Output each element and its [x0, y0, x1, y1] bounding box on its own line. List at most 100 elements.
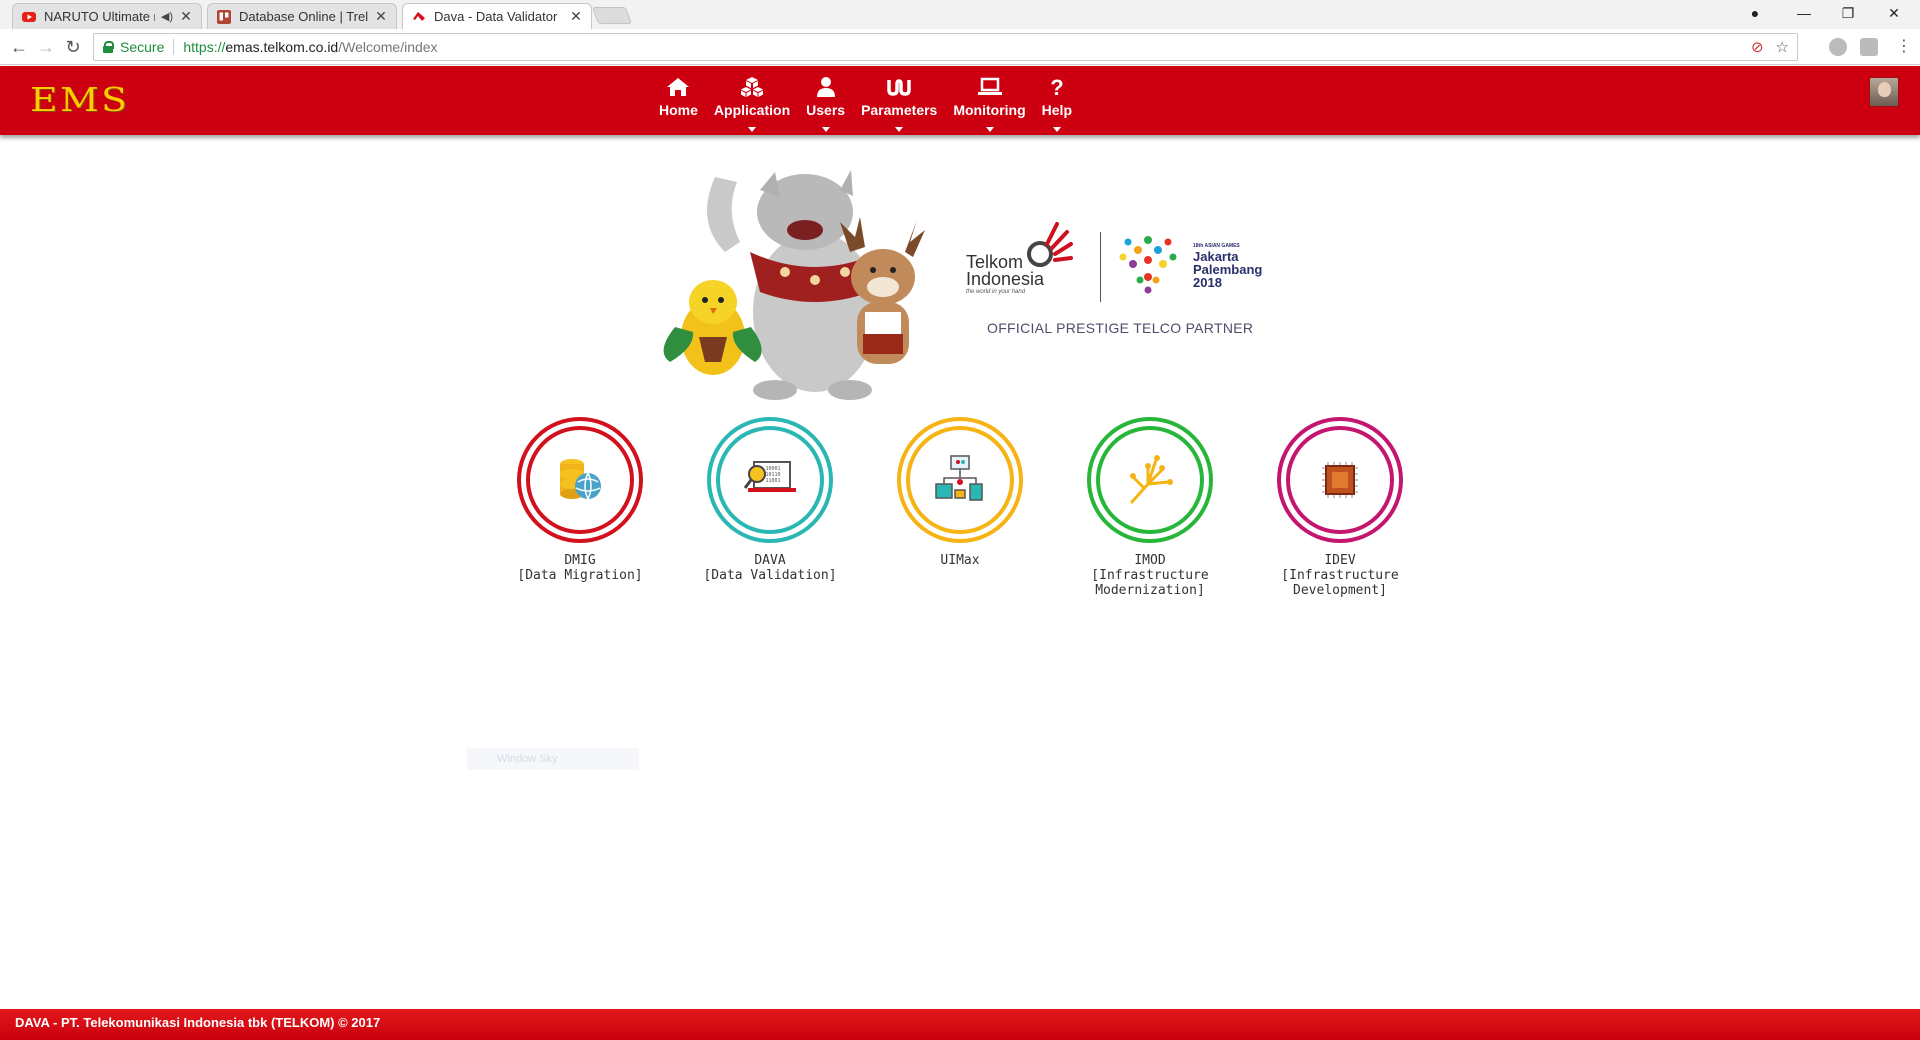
module-dava[interactable]: 10001 10110 11001 DAVA [Data Validation]: [675, 417, 865, 583]
lock-icon: [103, 41, 114, 53]
partner-text: OFFICIAL PRESTIGE TELCO PARTNER: [987, 320, 1254, 336]
module-code: DMIG: [564, 553, 596, 568]
main-menu: Home Application Users Parameters Monito…: [651, 66, 1080, 135]
module-code: IMOD: [1134, 553, 1166, 568]
menu-parameters[interactable]: Parameters: [853, 66, 945, 135]
profile-icon[interactable]: ●: [1733, 0, 1777, 26]
back-icon[interactable]: ←: [8, 36, 30, 58]
module-label: IDEV [Infrastructure Development]: [1245, 553, 1435, 598]
module-desc: [Data Validation]: [703, 568, 837, 583]
user-avatar[interactable]: [1869, 77, 1899, 107]
laptop-search-icon: 10001 10110 11001: [744, 461, 796, 492]
dava-icon: [413, 11, 425, 21]
divider: [173, 39, 175, 55]
new-tab-button[interactable]: [591, 7, 633, 24]
close-window-button[interactable]: ✕: [1872, 0, 1916, 26]
close-tab-icon[interactable]: ✕: [179, 8, 193, 25]
menu-users[interactable]: Users: [798, 66, 853, 135]
module-dmig[interactable]: DMIG [Data Migration]: [485, 417, 675, 583]
app-header: EMS Home Application Users Parameters Mo…: [0, 66, 1920, 135]
asian-games-emblem: [1119, 236, 1177, 294]
svg-text:11001: 11001: [765, 478, 780, 484]
home-icon: [667, 78, 690, 96]
module-label: DAVA [Data Validation]: [675, 553, 865, 583]
chevron-down-icon: [821, 127, 830, 132]
cubes-icon: [741, 77, 764, 97]
menu-monitoring[interactable]: Monitoring: [945, 66, 1033, 135]
bird-mascot: [663, 280, 762, 375]
database-globe-icon: [560, 459, 601, 500]
module-label: DMIG [Data Migration]: [485, 553, 675, 583]
extension-icon[interactable]: [1860, 38, 1878, 56]
module-uimax[interactable]: UIMax: [865, 417, 1055, 568]
address-bar[interactable]: Secure https:// emas.telkom.co.id /Welco…: [93, 33, 1798, 61]
menu-label: Application: [713, 102, 791, 118]
menu-label: Home: [659, 102, 698, 118]
module-label: IMOD [Infrastructure Modernization]: [1055, 553, 1245, 598]
event-year: 2018: [1193, 275, 1222, 290]
ghost-overlay-text: Window Sky: [467, 748, 639, 770]
circuit-icon: [1130, 455, 1173, 504]
youtube-icon: [22, 11, 36, 22]
browser-tab-strip: NARUTO Ultimate mo ◀) ✕ Database Online …: [0, 0, 1920, 29]
module-ring[interactable]: [1087, 417, 1213, 543]
brand-line-2: Indonesia: [966, 269, 1045, 289]
trello-icon: [217, 9, 231, 24]
reload-icon[interactable]: ↻: [62, 36, 84, 58]
module-ring[interactable]: 10001 10110 11001: [707, 417, 833, 543]
user-icon: [816, 77, 835, 97]
module-ring[interactable]: [517, 417, 643, 543]
url-scheme: https://: [183, 39, 226, 55]
asian-games-wordmark: 18th ASIAN GAMES Jakarta Palembang 2018: [1193, 243, 1262, 289]
menu-application[interactable]: Application: [706, 66, 798, 135]
browser-tab-youtube[interactable]: NARUTO Ultimate mo ◀) ✕: [12, 3, 202, 29]
chevron-down-icon: [895, 127, 904, 132]
url-path: /Welcome/index: [338, 39, 438, 55]
forward-icon[interactable]: →: [35, 36, 57, 58]
speaker-icon[interactable]: ◀): [161, 10, 173, 23]
chrome-menu-icon[interactable]: ⋮: [1893, 36, 1915, 58]
footer-text: DAVA - PT. Telekomunikasi Indonesia tbk …: [15, 1015, 381, 1030]
browser-tab-dava[interactable]: Dava - Data Validator ✕: [402, 3, 592, 29]
module-desc: [Infrastructure Modernization]: [1091, 568, 1209, 598]
chevron-down-icon: [1052, 127, 1061, 132]
laptop-icon: [977, 77, 1002, 95]
menu-label: Help: [1041, 102, 1072, 118]
tab-title: Dava - Data Validator: [434, 9, 558, 24]
module-ring[interactable]: [897, 417, 1023, 543]
menu-help[interactable]: ? Help: [1034, 66, 1080, 135]
chip-icon: [1322, 462, 1358, 498]
restore-button[interactable]: ❐: [1826, 0, 1870, 26]
telkom-wordmark: Telkom Indonesia the world in your hand: [966, 253, 1045, 296]
close-tab-icon[interactable]: ✕: [374, 8, 388, 25]
browser-tab-trello[interactable]: Database Online | Trello ✕: [207, 3, 397, 29]
module-desc: [Data Migration]: [517, 568, 643, 583]
module-label: UIMax: [865, 553, 1055, 568]
close-tab-icon[interactable]: ✕: [569, 8, 583, 25]
menu-home[interactable]: Home: [651, 66, 706, 135]
module-code: UIMax: [940, 553, 980, 568]
module-idev[interactable]: IDEV [Infrastructure Development]: [1245, 417, 1435, 598]
ems-logo[interactable]: EMS: [30, 80, 129, 119]
module-code: DAVA: [754, 553, 786, 568]
menu-label: Monitoring: [953, 102, 1026, 118]
menu-label: Users: [806, 102, 846, 118]
svg-text:?: ?: [1050, 76, 1063, 98]
menu-label: Parameters: [861, 102, 938, 118]
browser-toolbar: ← → ↻ Secure https:// emas.telkom.co.id …: [0, 29, 1920, 65]
brand-tagline: the world in your hand: [966, 289, 1026, 295]
module-ring[interactable]: [1277, 417, 1403, 543]
bookmark-star-icon[interactable]: ☆: [1776, 38, 1789, 56]
module-desc: [Infrastructure Development]: [1281, 568, 1399, 598]
minimize-button[interactable]: —: [1782, 0, 1826, 26]
extension-icon[interactable]: [1829, 38, 1847, 56]
parameters-icon: [887, 79, 911, 96]
blocked-icon[interactable]: ⊘: [1751, 38, 1764, 56]
network-devices-icon: [935, 455, 983, 501]
page-footer: DAVA - PT. Telekomunikasi Indonesia tbk …: [0, 1009, 1920, 1040]
chevron-down-icon: [748, 127, 757, 132]
tab-title: Database Online | Trello: [239, 9, 368, 24]
question-icon: ?: [1050, 76, 1063, 98]
module-imod[interactable]: IMOD [Infrastructure Modernization]: [1055, 417, 1245, 598]
url-host: emas.telkom.co.id: [225, 39, 339, 55]
